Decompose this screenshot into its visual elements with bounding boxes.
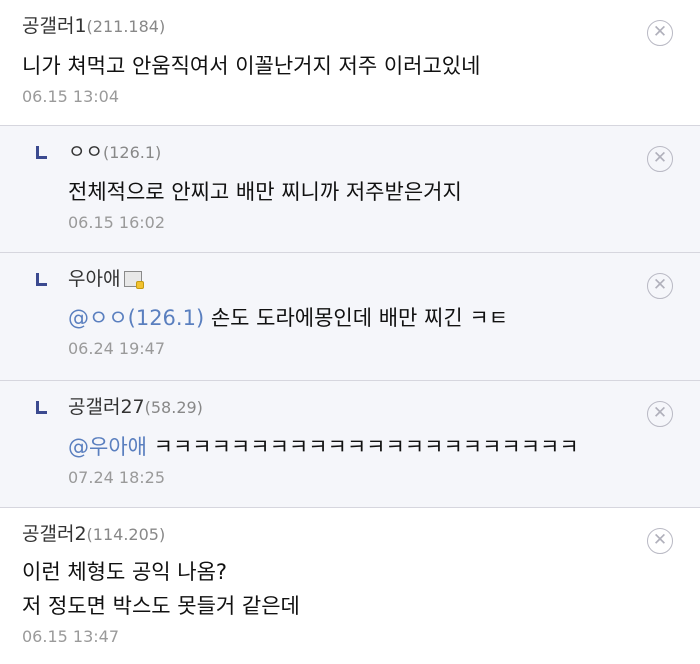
author-name[interactable]: 공갤러1: [22, 15, 87, 37]
author-ip: (58.29): [144, 398, 203, 417]
author-ip: (211.184): [86, 17, 166, 36]
comment-text-line: 저 정도면 박스도 못들거 같은데: [22, 594, 300, 618]
comment-text-line: 니가 쳐먹고 안움직여서 이꼴난거지 저주 이러고있네: [22, 54, 481, 78]
close-icon: ✕: [652, 275, 668, 295]
reply-item: 공갤러27(58.29) @우아애 ㅋㅋㅋㅋㅋㅋㅋㅋㅋㅋㅋㅋㅋㅋㅋㅋㅋㅋㅋㅋㅋㅋ…: [0, 381, 700, 508]
comment-date: 06.15 16:02: [68, 213, 165, 232]
close-icon: ✕: [652, 148, 668, 168]
comment-date: 07.24 18:25: [68, 468, 165, 487]
reply-item: ㅇㅇ(126.1) 전체적으로 안찌고 배만 찌니까 저주받은거지 06.15 …: [0, 126, 700, 253]
mention-link[interactable]: @ㅇㅇ(126.1): [68, 306, 204, 330]
author-ip: (114.205): [86, 525, 166, 544]
comment-text: @ㅇㅇ(126.1) 손도 도라에몽인데 배만 찌긴 ㅋㅌ: [68, 301, 640, 335]
comment-text-line: ㅋㅋㅋㅋㅋㅋㅋㅋㅋㅋㅋㅋㅋㅋㅋㅋㅋㅋㅋㅋㅋㅋ: [146, 435, 579, 459]
author-name[interactable]: ㅇㅇ: [68, 141, 103, 163]
author-ip: (126.1): [102, 143, 162, 162]
delete-comment-button[interactable]: ✕: [647, 273, 673, 299]
reply-item: 우아애 @ㅇㅇ(126.1) 손도 도라에몽인데 배만 찌긴 ㅋㅌ 06.24 …: [0, 253, 700, 381]
comment-author[interactable]: 우아애: [68, 267, 640, 291]
close-icon: ✕: [652, 403, 668, 423]
delete-comment-button[interactable]: ✕: [647, 401, 673, 427]
comment-item: 공갤러1(211.184) 니가 쳐먹고 안움직여서 이꼴난거지 저주 이러고있…: [0, 0, 700, 126]
comment-text-line: 손도 도라에몽인데 배만 찌긴 ㅋㅌ: [204, 306, 509, 330]
comment-author[interactable]: 공갤러27(58.29): [68, 395, 640, 420]
comment-text: @우아애 ㅋㅋㅋㅋㅋㅋㅋㅋㅋㅋㅋㅋㅋㅋㅋㅋㅋㅋㅋㅋㅋㅋ: [68, 430, 640, 464]
close-icon: ✕: [652, 22, 668, 42]
mention-link[interactable]: @우아애: [68, 435, 147, 459]
comment-text: 이런 체형도 공익 나옴? 저 정도면 박스도 못들거 같은데: [22, 555, 640, 623]
comment-date: 06.15 13:47: [22, 627, 119, 646]
close-icon: ✕: [652, 530, 668, 550]
comment-text: 전체적으로 안찌고 배만 찌니까 저주받은거지: [68, 175, 640, 209]
comment-list: 공갤러1(211.184) 니가 쳐먹고 안움직여서 이꼴난거지 저주 이러고있…: [0, 0, 700, 664]
delete-comment-button[interactable]: ✕: [647, 20, 673, 46]
comment-author[interactable]: ㅇㅇ(126.1): [68, 140, 640, 165]
delete-comment-button[interactable]: ✕: [647, 146, 673, 172]
gallery-member-badge-icon: [124, 271, 145, 289]
comment-text-line: 전체적으로 안찌고 배만 찌니까 저주받은거지: [68, 180, 462, 204]
comment-date: 06.24 19:47: [68, 339, 165, 358]
author-name[interactable]: 공갤러2: [22, 523, 87, 545]
comment-author[interactable]: 공갤러2(114.205): [22, 522, 640, 547]
delete-comment-button[interactable]: ✕: [647, 528, 673, 554]
comment-date: 06.15 13:04: [22, 87, 119, 106]
comment-text-line: 이런 체형도 공익 나옴?: [22, 560, 228, 584]
comment-item: 공갤러2(114.205) 이런 체형도 공익 나옴? 저 정도면 박스도 못들…: [0, 508, 700, 664]
author-name[interactable]: 공갤러27: [68, 396, 145, 418]
comment-text: 니가 쳐먹고 안움직여서 이꼴난거지 저주 이러고있네: [22, 49, 640, 83]
author-name[interactable]: 우아애: [68, 268, 120, 290]
comment-author[interactable]: 공갤러1(211.184): [22, 14, 640, 39]
